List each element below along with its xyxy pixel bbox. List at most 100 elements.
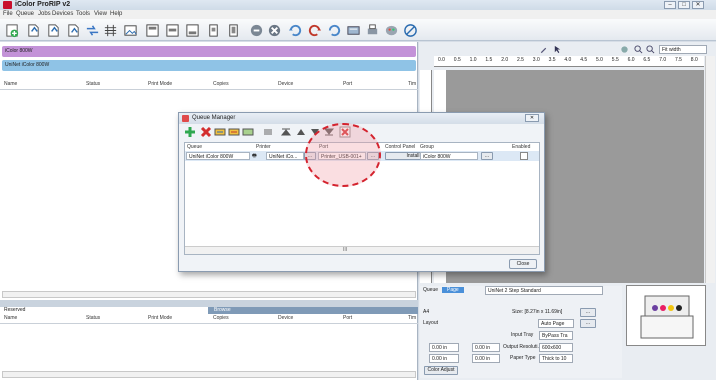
queue-icon[interactable] [345, 22, 362, 39]
tab-queue-settings[interactable]: Queue [423, 287, 438, 293]
printer-bar-icolor[interactable]: iColor 800W [2, 46, 416, 57]
palette-icon[interactable] [383, 22, 400, 39]
cancel-icon[interactable] [266, 22, 283, 39]
qm-col-control-panel[interactable]: Control Panel [385, 144, 415, 150]
offset-y-input[interactable]: 0.00 in [472, 343, 500, 352]
lower-col-port[interactable]: Port [343, 315, 352, 321]
lower-col-copies[interactable]: Copies [213, 315, 229, 321]
ruler-label: 6.5 [643, 57, 651, 63]
lower-col-name[interactable]: Name [4, 315, 17, 321]
layout3-icon[interactable] [184, 22, 201, 39]
preset-select[interactable]: UniNet 2 Step Standard [485, 286, 603, 295]
cursor-icon[interactable] [553, 45, 562, 54]
move-top-icon[interactable] [280, 127, 292, 137]
queue-tool4-icon[interactable] [262, 127, 274, 137]
queue-table-hscroll[interactable] [185, 246, 539, 254]
layout2-icon[interactable] [164, 22, 181, 39]
qm-col-group[interactable]: Group [420, 144, 434, 150]
printer-bar-uninet[interactable]: UniNet iColor 800W [2, 60, 416, 71]
page-icon[interactable] [205, 22, 222, 39]
ruler-label: 2.5 [517, 57, 524, 63]
queue-manager-title: Queue Manager [192, 115, 236, 121]
printer-icon[interactable] [364, 22, 381, 39]
color-adjust-button[interactable]: Color Adjust [424, 366, 458, 375]
add-doc3-icon[interactable] [65, 22, 82, 39]
layout-browse-button[interactable]: ... [580, 319, 596, 328]
delete-queue-icon[interactable] [200, 126, 212, 138]
group-select[interactable]: iColor 800W [420, 152, 478, 160]
zoom-select[interactable]: Fit width [659, 45, 707, 54]
tab-reserved[interactable]: Reserved [4, 307, 25, 313]
output-res-select[interactable]: 600x600 [539, 343, 573, 352]
menu-file[interactable]: File [3, 11, 13, 17]
page2-icon[interactable] [225, 22, 242, 39]
eyedropper-icon[interactable] [539, 45, 548, 54]
add-doc2-icon[interactable] [45, 22, 62, 39]
col-device[interactable]: Device [278, 81, 293, 87]
layout-select[interactable]: Auto Page [538, 319, 574, 328]
col-name[interactable]: Name [4, 81, 17, 87]
qm-col-printer[interactable]: Printer [256, 144, 271, 150]
grid-icon[interactable] [102, 22, 119, 39]
refresh2-icon[interactable] [326, 22, 343, 39]
menu-help[interactable]: Help [110, 11, 122, 17]
zoom-out-icon[interactable] [646, 45, 655, 54]
hand-icon[interactable] [620, 45, 629, 54]
ruler-label: 5.0 [596, 57, 603, 63]
tab-browse[interactable]: Browse [214, 307, 231, 313]
browse-hscroll[interactable] [2, 371, 416, 378]
input-tray-select[interactable]: ByPass Tra [539, 331, 573, 340]
lower-col-time[interactable]: Tim [408, 315, 416, 321]
qm-col-enabled[interactable]: Enabled [512, 144, 530, 150]
move-up-icon[interactable] [295, 127, 307, 137]
qm-col-queue[interactable]: Queue [187, 144, 202, 150]
ruler-label: 8.0 [690, 57, 698, 63]
col-time[interactable]: Tim [408, 81, 416, 87]
menu-devices[interactable]: Devices [52, 11, 73, 17]
offset-w-input[interactable]: 0.00 in [429, 354, 459, 363]
refresh-right-icon[interactable] [306, 22, 323, 39]
queue-name-cell[interactable]: UniNet iColor 800W [186, 152, 250, 160]
paper-type-select[interactable]: Thick to 10 [539, 354, 573, 363]
offset-h-input[interactable]: 0.00 in [472, 354, 500, 363]
move-icon[interactable] [84, 22, 101, 39]
add-job-icon[interactable] [4, 22, 21, 39]
add-queue-icon[interactable] [184, 126, 196, 138]
jobs-hscroll[interactable] [2, 291, 416, 298]
close-button[interactable]: Close [509, 259, 537, 269]
col-copies[interactable]: Copies [213, 81, 229, 87]
queue-tool3-icon[interactable] [242, 127, 254, 137]
cut-icon[interactable] [248, 22, 265, 39]
menu-tools[interactable]: Tools [76, 11, 90, 17]
menu-view[interactable]: View [94, 11, 107, 17]
menu-jobs[interactable]: Jobs [38, 11, 51, 17]
close-window-button[interactable]: ✕ [692, 1, 704, 9]
maximize-button[interactable]: □ [678, 1, 690, 9]
offset-x-input[interactable]: 0.00 in [429, 343, 459, 352]
enabled-checkbox[interactable] [520, 152, 528, 160]
col-port[interactable]: Port [343, 81, 352, 87]
queue-tool1-icon[interactable] [214, 127, 226, 137]
menu-queue[interactable]: Queue [16, 11, 34, 17]
lower-col-print-mode[interactable]: Print Mode [148, 315, 172, 321]
image-icon[interactable] [122, 22, 139, 39]
tab-page-settings[interactable]: Page [442, 287, 464, 293]
zoom-in-icon[interactable] [634, 45, 643, 54]
group-browse-button[interactable]: ... [481, 152, 493, 160]
lower-col-status[interactable]: Status [86, 315, 100, 321]
stop-icon[interactable] [402, 22, 419, 39]
ruler-label: 5.5 [611, 57, 619, 63]
col-status[interactable]: Status [86, 81, 100, 87]
col-print-mode[interactable]: Print Mode [148, 81, 172, 87]
preview-vscroll[interactable] [705, 56, 715, 283]
paper-browse-button[interactable]: ... [580, 308, 596, 317]
queue-manager-close-icon[interactable]: ✕ [525, 114, 539, 122]
refresh-left-icon[interactable] [287, 22, 304, 39]
add-doc-icon[interactable] [25, 22, 42, 39]
printer-select[interactable]: UniNet iCo... [266, 152, 304, 160]
layout1-icon[interactable] [144, 22, 161, 39]
printer-thumbnail-image [640, 295, 694, 339]
queue-tool2-icon[interactable] [228, 127, 240, 137]
minimize-button[interactable]: ‒ [664, 1, 676, 9]
lower-col-device[interactable]: Device [278, 315, 293, 321]
